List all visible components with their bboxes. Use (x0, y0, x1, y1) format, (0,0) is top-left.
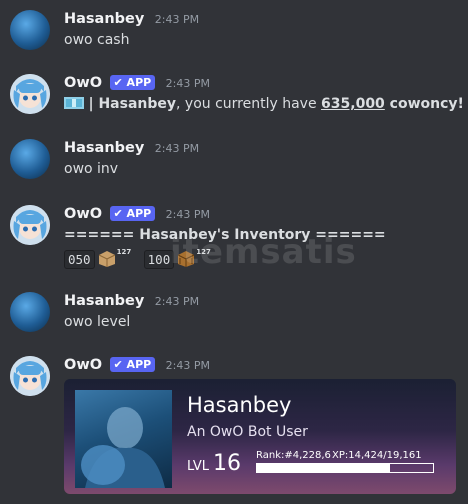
cash-amount: 635,000 (321, 96, 385, 112)
message-text: owo inv (64, 161, 119, 177)
timestamp: 2:43 PM (154, 142, 200, 155)
xp-text: XP:14,424/19,161 (332, 450, 422, 461)
user-photo-icon (81, 407, 165, 488)
watermark: itemsatis (170, 232, 357, 272)
author-name[interactable]: OwO (64, 357, 102, 373)
message-text: owo cash (64, 32, 130, 48)
avatar[interactable] (10, 356, 50, 396)
card-subtitle: An OwO Bot User (187, 424, 308, 440)
cash-username: Hasanbey (98, 96, 177, 112)
item-code: 050 (64, 250, 95, 269)
author-name[interactable]: OwO (64, 75, 102, 91)
level-label: LVL (187, 459, 209, 474)
profile-photo (75, 390, 172, 488)
cash-text: , you currently have (176, 96, 322, 112)
xp-progress-fill (257, 464, 390, 472)
avatar[interactable] (10, 10, 50, 50)
box-icon (98, 251, 115, 267)
author-name[interactable]: Hasanbey (64, 11, 144, 27)
app-badge: ✔ APP (109, 357, 156, 372)
item-count: 127 (116, 248, 132, 256)
app-badge: ✔ APP (109, 75, 156, 90)
avatar[interactable] (10, 74, 50, 114)
timestamp: 2:43 PM (154, 295, 200, 308)
bot-avatar-icon (10, 205, 50, 245)
cash-unit: cowoncy! (384, 96, 464, 112)
rank-text: Rank:#4,228,6 (256, 450, 331, 461)
timestamp: 2:43 PM (154, 13, 200, 26)
separator: | (88, 96, 99, 112)
avatar[interactable] (10, 139, 50, 179)
cowoncy-icon (64, 97, 84, 109)
timestamp: 2:43 PM (165, 359, 210, 372)
avatar[interactable] (10, 205, 50, 245)
bot-avatar-icon (10, 74, 50, 114)
author-name[interactable]: OwO (64, 206, 102, 222)
card-username: Hasanbey (187, 393, 292, 417)
app-badge: ✔ APP (109, 206, 156, 221)
timestamp: 2:43 PM (165, 77, 210, 90)
level-value: 16 (212, 451, 241, 476)
bot-avatar-icon (10, 356, 50, 396)
xp-progress-bar (256, 463, 434, 473)
timestamp: 2:43 PM (165, 208, 210, 221)
author-name[interactable]: Hasanbey (64, 293, 144, 309)
message-text: | Hasanbey, you currently have 635,000 c… (64, 96, 464, 112)
message-text: owo level (64, 314, 131, 330)
level-card[interactable]: Hasanbey An OwO Bot User LVL 16 Rank:#4,2… (64, 379, 456, 494)
level-display: LVL 16 (187, 451, 241, 476)
author-name[interactable]: Hasanbey (64, 140, 144, 156)
avatar[interactable] (10, 292, 50, 332)
